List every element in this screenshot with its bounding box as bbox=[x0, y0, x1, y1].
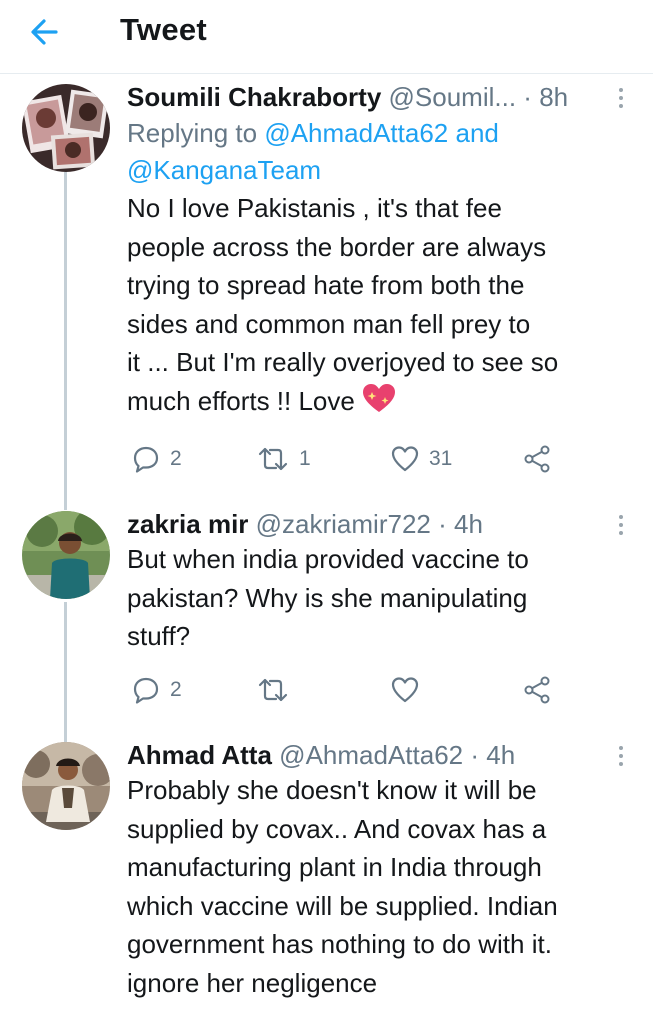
tweet-text: No I love Pakistanis , it's that fee peo… bbox=[127, 189, 633, 420]
like-button[interactable] bbox=[391, 673, 429, 707]
share-icon bbox=[524, 445, 550, 473]
separator: · bbox=[523, 82, 532, 112]
tweet-text-line: No I love Pakistanis , it's that fee bbox=[127, 193, 502, 223]
tweet-text-line: trying to spread hate from both the bbox=[127, 270, 525, 300]
heart-icon bbox=[391, 446, 419, 472]
display-name[interactable]: Soumili Chakraborty bbox=[127, 82, 381, 112]
thread-line bbox=[64, 602, 67, 742]
mention-link[interactable]: @KanganaTeam bbox=[127, 155, 321, 185]
mention-link[interactable]: @AhmadAtta62 bbox=[264, 118, 448, 148]
page-title: Tweet bbox=[120, 12, 208, 47]
tweet-header: zakria mir @zakriamir722 · 4h bbox=[127, 508, 633, 540]
tweet-text-line: much efforts !! Love bbox=[127, 385, 355, 416]
reply-button[interactable]: 2 bbox=[132, 442, 182, 476]
share-button[interactable] bbox=[523, 673, 551, 707]
tweet-text-line: Probably she doesn't know it will be bbox=[127, 775, 537, 805]
tweet-header: Ahmad Atta @AhmadAtta62 · 4h bbox=[127, 739, 633, 771]
retweet-icon bbox=[258, 447, 288, 471]
tweet-text-line: stuff? bbox=[127, 621, 191, 651]
reply-count: 2 bbox=[170, 447, 182, 470]
handle[interactable]: @Soumil... bbox=[389, 82, 517, 112]
sparkling-heart-emoji bbox=[363, 383, 396, 412]
tweet-text-line: supplied by covax.. And covax has a bbox=[127, 813, 547, 844]
like-count: 31 bbox=[429, 447, 453, 470]
reply-icon bbox=[133, 446, 159, 473]
person-avatar-image bbox=[22, 511, 110, 599]
tweet-text-line: manufacturing plant in India through bbox=[127, 852, 542, 882]
share-icon bbox=[524, 676, 550, 704]
retweet-count: 1 bbox=[299, 447, 311, 470]
replying-to: Replying to @AhmadAtta62 and @KanganaTea… bbox=[127, 115, 633, 189]
arrow-left-icon bbox=[31, 19, 58, 45]
timestamp[interactable]: 8h bbox=[539, 82, 568, 112]
retweet-button[interactable] bbox=[257, 673, 299, 707]
thread-line bbox=[64, 172, 67, 510]
tweet-text-line: sides and common man fell prey to bbox=[127, 308, 531, 339]
handle[interactable]: @zakriamir722 bbox=[256, 509, 431, 539]
back-button[interactable] bbox=[26, 14, 66, 50]
separator: · bbox=[470, 740, 480, 770]
tweet-text: Probably she doesn't know it will be sup… bbox=[127, 771, 633, 1002]
reply-button[interactable]: 2 bbox=[132, 673, 182, 707]
avatar[interactable] bbox=[22, 511, 110, 599]
handle[interactable]: @AhmadAtta62 bbox=[279, 740, 463, 770]
display-name[interactable]: Ahmad Atta bbox=[127, 740, 272, 770]
tweet-text-line: ignore her negligence bbox=[127, 967, 378, 998]
top-app-bar: Tweet bbox=[0, 0, 653, 74]
tweet-text-line: people across the border are always bbox=[127, 231, 547, 262]
tweet-text-line: which vaccine will be supplied. Indian bbox=[127, 890, 558, 921]
tweet-text-line: it ... But I'm really overjoyed to see s… bbox=[127, 347, 559, 377]
timestamp[interactable]: 4h bbox=[486, 740, 515, 770]
retweet-button[interactable]: 1 bbox=[257, 442, 311, 476]
replying-to-prefix: Replying to bbox=[127, 118, 258, 148]
replying-to-and: and bbox=[455, 118, 499, 148]
reply-count: 2 bbox=[170, 678, 182, 701]
like-button[interactable]: 31 bbox=[391, 442, 452, 476]
timestamp[interactable]: 4h bbox=[454, 509, 483, 539]
collage-avatar-image bbox=[22, 84, 110, 172]
reply-icon bbox=[133, 677, 159, 704]
tweet-text-line: But when india provided vaccine to bbox=[127, 544, 529, 574]
avatar[interactable] bbox=[22, 84, 110, 172]
person-avatar-image bbox=[22, 742, 110, 830]
tweet-text: But when india provided vaccine to pakis… bbox=[127, 540, 633, 656]
tweet-text-line: pakistan? Why is she manipulating bbox=[127, 582, 528, 613]
tweet-text-line: government has nothing to do with it. bbox=[127, 929, 552, 959]
retweet-icon bbox=[258, 678, 288, 702]
tweet-actions: 2 1 31 bbox=[127, 442, 567, 476]
heart-icon bbox=[391, 677, 419, 703]
share-button[interactable] bbox=[523, 442, 551, 476]
display-name[interactable]: zakria mir bbox=[127, 509, 248, 539]
tweet-actions: 2 bbox=[127, 673, 567, 707]
avatar[interactable] bbox=[22, 742, 110, 830]
separator: · bbox=[438, 509, 447, 539]
tweet-header: Soumili Chakraborty @Soumil... · 8h bbox=[127, 81, 633, 113]
